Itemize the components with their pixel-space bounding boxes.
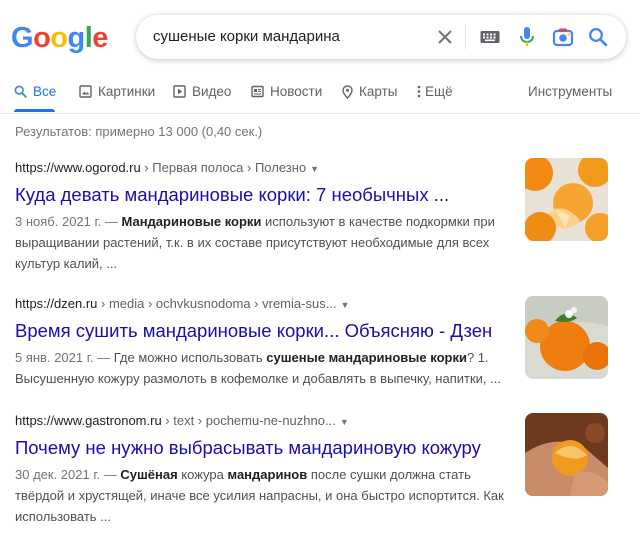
logo-letter: g	[67, 22, 86, 54]
map-pin-icon	[342, 84, 353, 99]
result-domain: https://www.gastronom.ru	[15, 413, 162, 428]
logo-letter: G	[11, 22, 34, 54]
search-result: https://www.gastronom.ru › text › pochem…	[15, 413, 505, 527]
result-stats: Результатов: примерно 13 000 (0,40 сек.)	[15, 124, 263, 139]
snippet-bold: мандаринов	[227, 467, 308, 482]
result-snippet: 30 дек. 2021 г. — Сушёная кожура мандари…	[15, 464, 505, 527]
result-thumbnail[interactable]	[525, 413, 608, 496]
search-icon	[14, 85, 27, 98]
tab-news-label: Новости	[270, 84, 323, 99]
tab-maps[interactable]: Карты	[342, 84, 397, 99]
result-thumbnail[interactable]	[525, 158, 608, 241]
result-domain: https://dzen.ru	[15, 296, 98, 311]
snippet-bold: сушеные мандариновые корки	[266, 350, 467, 365]
dropdown-arrow-icon[interactable]: ▼	[341, 300, 350, 310]
tab-images[interactable]: Картинки	[79, 84, 155, 99]
result-path: › text › pochemu-ne-nuzhno...	[161, 413, 336, 428]
result-snippet: 3 нояб. 2021 г. — Мандариновые корки исп…	[15, 211, 505, 274]
more-dots-icon	[417, 85, 421, 98]
result-date: 3 нояб. 2021 г. —	[15, 214, 122, 229]
search-box[interactable]: сушеные корки мандарина	[136, 15, 626, 59]
logo-letter: o	[33, 22, 51, 54]
tab-maps-label: Карты	[359, 84, 398, 99]
logo-letter: o	[50, 22, 68, 54]
result-thumbnail[interactable]	[525, 296, 608, 379]
keyboard-icon[interactable]	[479, 26, 501, 48]
dropdown-arrow-icon[interactable]: ▼	[340, 417, 349, 427]
divider	[465, 25, 466, 49]
search-tabs: Все Картинки Видео Новости Карты Ещё Инс…	[0, 78, 640, 114]
search-result: https://dzen.ru › media › ochvkusnodoma …	[15, 296, 505, 389]
clear-icon[interactable]	[434, 26, 456, 48]
tab-more-label: Ещё	[425, 84, 453, 99]
result-title[interactable]: Время сушить мандариновые корки... Объяс…	[15, 320, 505, 342]
tools-button[interactable]: Инструменты	[528, 84, 612, 99]
search-result: https://www.ogorod.ru › Первая полоса › …	[15, 160, 505, 274]
search-query[interactable]: сушеные корки мандарина	[153, 28, 340, 45]
logo-letter: l	[84, 22, 93, 54]
result-path: › Первая полоса › Полезно	[140, 160, 307, 175]
tools-label: Инструменты	[528, 84, 613, 99]
tab-news[interactable]: Новости	[251, 84, 322, 99]
logo-letter: e	[92, 22, 108, 54]
result-url[interactable]: https://www.gastronom.ru › text › pochem…	[15, 413, 505, 428]
result-date: 5 янв. 2021 г. —	[15, 350, 114, 365]
news-icon	[251, 85, 264, 98]
microphone-icon[interactable]	[516, 26, 538, 48]
snippet-text: Где можно использовать	[113, 350, 267, 365]
result-url[interactable]: https://dzen.ru › media › ochvkusnodoma …	[15, 296, 505, 311]
result-url[interactable]: https://www.ogorod.ru › Первая полоса › …	[15, 160, 505, 175]
tab-all[interactable]: Все	[14, 84, 56, 99]
result-domain: https://www.ogorod.ru	[15, 160, 141, 175]
result-snippet: 5 янв. 2021 г. — Где можно использовать …	[15, 347, 505, 389]
tab-video[interactable]: Видео	[173, 84, 231, 99]
search-icon[interactable]	[587, 26, 609, 48]
snippet-bold: Сушёная	[120, 467, 178, 482]
snippet-text: кожура	[177, 467, 228, 482]
google-logo[interactable]: Google	[11, 22, 108, 55]
result-path: › media › ochvkusnodoma › vremia-sus...	[97, 296, 337, 311]
video-icon	[173, 85, 186, 98]
camera-icon[interactable]	[552, 26, 574, 48]
tab-all-label: Все	[33, 84, 57, 99]
active-tab-indicator	[14, 109, 55, 112]
tab-images-label: Картинки	[98, 84, 156, 99]
dropdown-arrow-icon[interactable]: ▼	[310, 164, 319, 174]
snippet-bold: Мандариновые корки	[121, 214, 262, 229]
image-icon	[79, 85, 92, 98]
tab-video-label: Видео	[192, 84, 232, 99]
tab-more[interactable]: Ещё	[417, 84, 453, 99]
result-title[interactable]: Почему не нужно выбрасывать мандариновую…	[15, 437, 505, 459]
result-date: 30 дек. 2021 г. —	[15, 467, 121, 482]
result-title[interactable]: Куда девать мандариновые корки: 7 необыч…	[15, 184, 505, 206]
